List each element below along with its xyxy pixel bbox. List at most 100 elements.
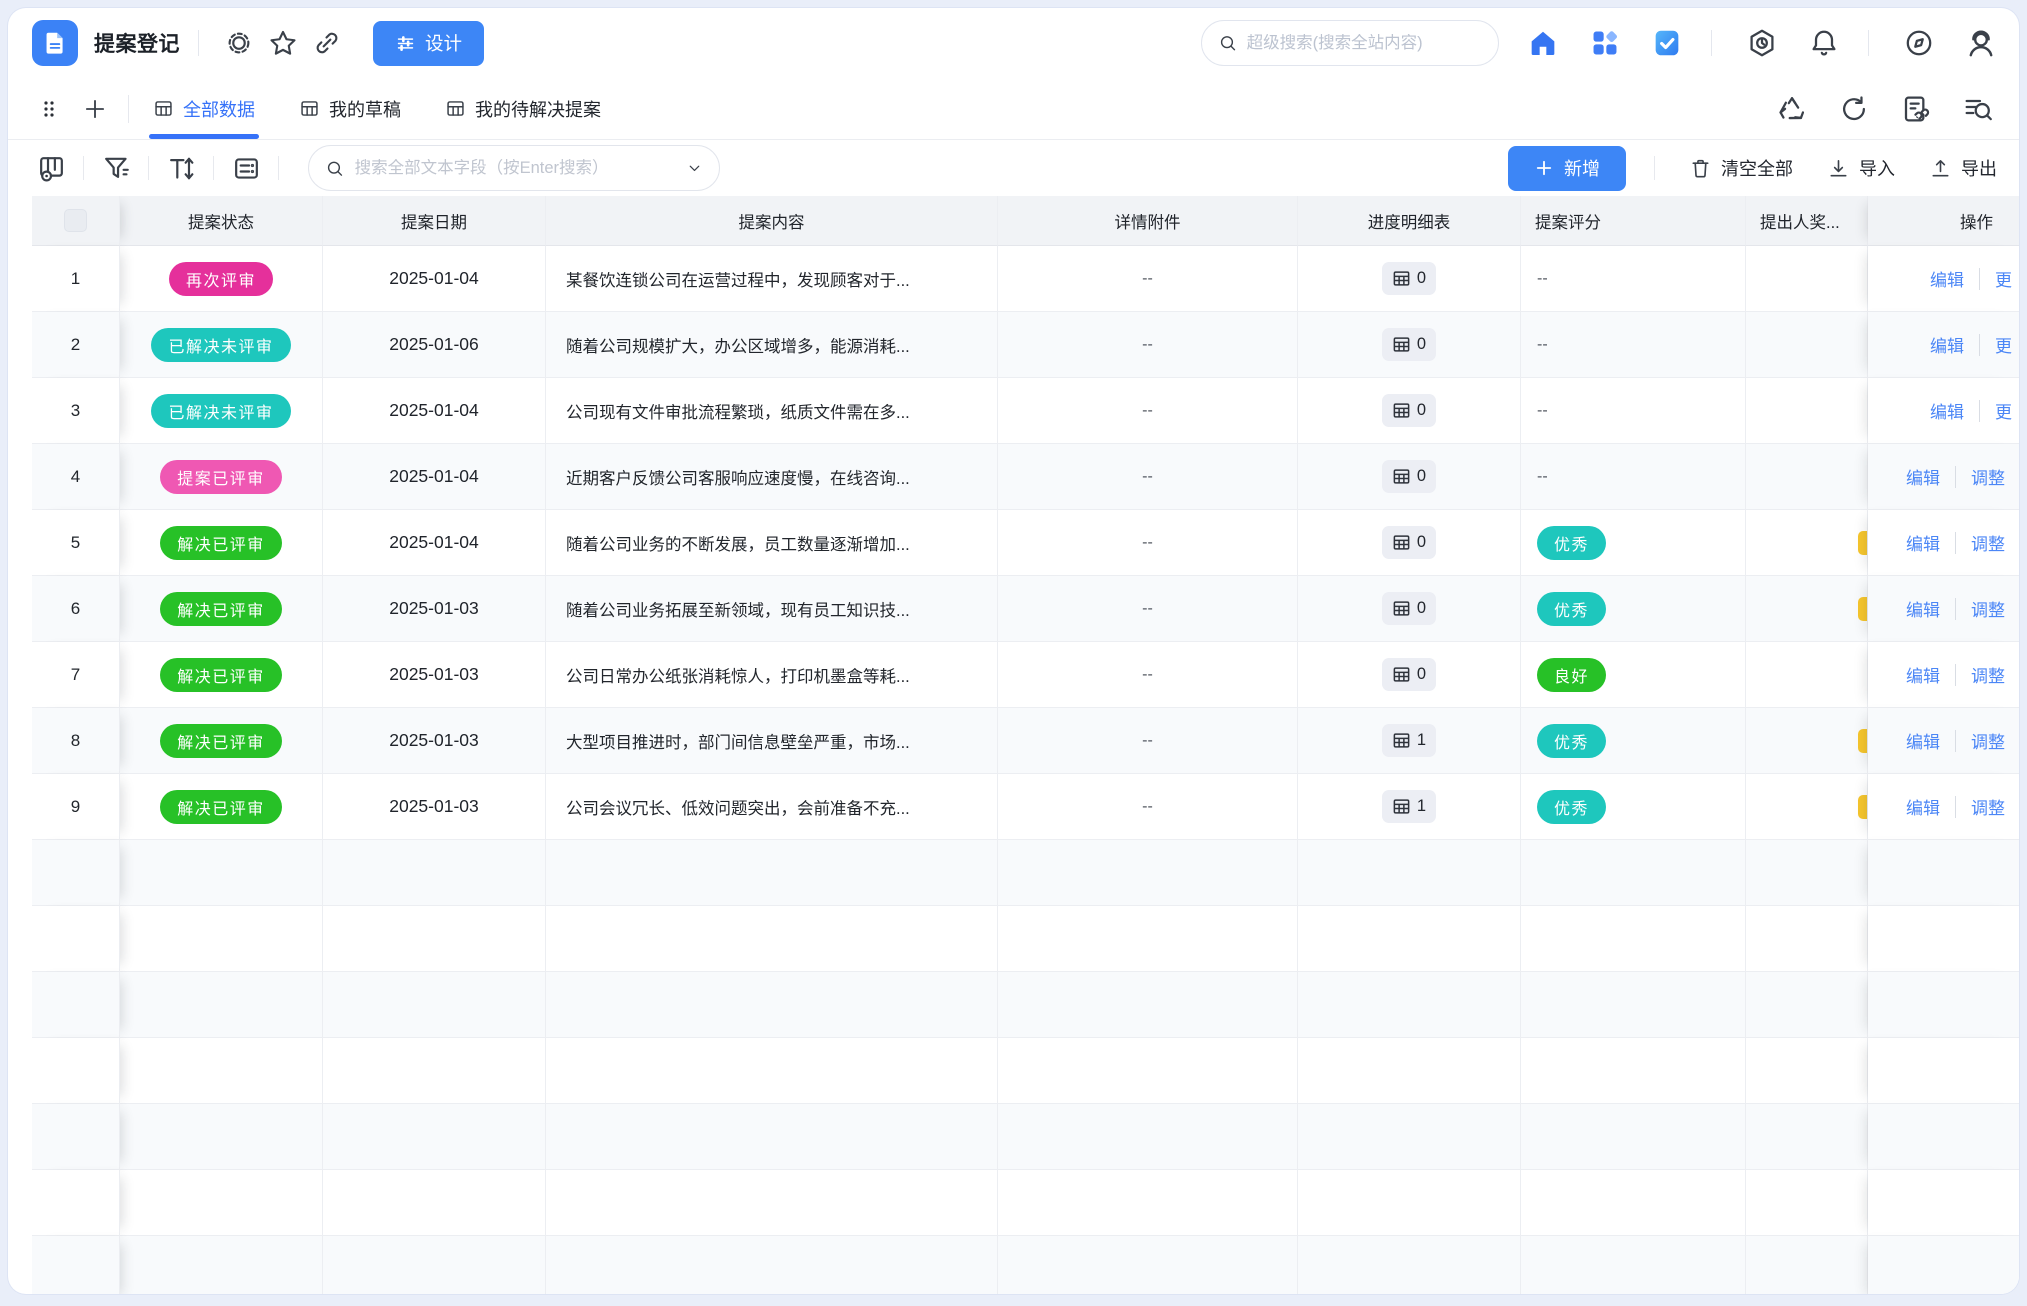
import-button[interactable]: 导入 — [1827, 155, 1895, 181]
progress-chip[interactable]: 1 — [1382, 790, 1436, 823]
download-center-icon[interactable] — [1744, 25, 1780, 61]
secondary-action-link[interactable]: 调整 — [1971, 530, 2005, 555]
secondary-action-link[interactable]: 调整 — [1971, 794, 2005, 819]
edit-link[interactable]: 编辑 — [1930, 332, 1964, 357]
progress-chip[interactable]: 0 — [1382, 592, 1436, 625]
sort-icon[interactable] — [164, 151, 198, 185]
empty-cell — [120, 1104, 323, 1170]
global-search[interactable] — [1201, 20, 1499, 66]
edit-link[interactable]: 编辑 — [1906, 596, 1940, 621]
edit-link[interactable]: 编辑 — [1906, 662, 1940, 687]
recycle-icon[interactable] — [1775, 92, 1809, 126]
drag-dots-icon[interactable] — [38, 97, 60, 121]
empty-cell — [1521, 1104, 1746, 1170]
progress-chip[interactable]: 1 — [1382, 724, 1436, 757]
select-all-checkbox[interactable] — [64, 209, 87, 232]
empty-row[interactable] — [32, 840, 2019, 906]
notifications-bell-icon[interactable] — [1806, 25, 1842, 61]
award-tag-sliver — [1858, 795, 1867, 819]
apps-grid-icon[interactable] — [1587, 25, 1623, 61]
progress-chip[interactable]: 0 — [1382, 526, 1436, 559]
field-search[interactable] — [308, 145, 720, 191]
support-avatar-icon[interactable] — [1963, 25, 1999, 61]
edit-link[interactable]: 编辑 — [1906, 794, 1940, 819]
attachment-cell: -- — [998, 378, 1298, 444]
progress-chip[interactable]: 0 — [1382, 394, 1436, 427]
empty-row[interactable] — [32, 1236, 2019, 1294]
secondary-action-link[interactable]: 更 — [1995, 332, 2012, 357]
favorite-star-icon[interactable] — [266, 26, 300, 60]
design-button-label: 设计 — [425, 30, 462, 56]
add-record-button[interactable]: 新增 — [1508, 146, 1626, 191]
status-cell: 解决已评审 — [120, 708, 323, 774]
clear-all-label: 清空全部 — [1721, 155, 1793, 181]
score-cell: -- — [1521, 378, 1746, 444]
empty-cell — [1521, 840, 1746, 906]
design-button[interactable]: 设计 — [373, 21, 484, 66]
status-badge: 解决已评审 — [160, 790, 282, 824]
row-height-icon[interactable] — [229, 151, 263, 185]
edit-link[interactable]: 编辑 — [1906, 464, 1940, 489]
tab-all-data[interactable]: 全部数据 — [153, 78, 255, 139]
table-row[interactable]: 4提案已评审2025-01-04近期客户反馈公司客服响应速度慢，在线咨询...-… — [32, 444, 2019, 510]
refresh-icon[interactable] — [1837, 92, 1871, 126]
global-search-input[interactable] — [1247, 34, 1482, 53]
tab-my-pending[interactable]: 我的待解决提案 — [445, 78, 601, 139]
field-search-input[interactable] — [355, 159, 676, 178]
table-row[interactable]: 1再次评审2025-01-04某餐饮连锁公司在运营过程中，发现顾客对于...--… — [32, 246, 2019, 312]
table-row[interactable]: 8解决已评审2025-01-03大型项目推进时，部门间信息壁垒严重，市场...-… — [32, 708, 2019, 774]
table-row[interactable]: 5解决已评审2025-01-04随着公司业务的不断发展，员工数量逐渐增加...-… — [32, 510, 2019, 576]
data-grid: 提案状态 提案日期 提案内容 详情附件 进度明细表 提案评分 提出人奖... 操… — [8, 196, 2019, 1294]
table-row[interactable]: 9解决已评审2025-01-03公司会议冗长、低效问题突出，会前准备不充...-… — [32, 774, 2019, 840]
settings-gear-icon[interactable] — [222, 26, 256, 60]
empty-row[interactable] — [32, 1038, 2019, 1104]
help-compass-icon[interactable] — [1901, 25, 1937, 61]
clear-all-button[interactable]: 清空全部 — [1689, 155, 1793, 181]
secondary-action-link[interactable]: 更 — [1995, 266, 2012, 291]
secondary-action-link[interactable]: 调整 — [1971, 728, 2005, 753]
empty-row[interactable] — [32, 972, 2019, 1038]
add-view-icon[interactable] — [82, 96, 108, 122]
progress-chip[interactable]: 0 — [1382, 328, 1436, 361]
export-button[interactable]: 导出 — [1929, 155, 1997, 181]
progress-chip[interactable]: 0 — [1382, 658, 1436, 691]
tasks-check-icon[interactable] — [1649, 25, 1685, 61]
empty-row[interactable] — [32, 906, 2019, 972]
progress-chip[interactable]: 0 — [1382, 262, 1436, 295]
edit-link[interactable]: 编辑 — [1930, 266, 1964, 291]
tab-my-drafts[interactable]: 我的草稿 — [299, 78, 401, 139]
table-row[interactable]: 2已解决未评审2025-01-06随着公司规模扩大，办公区域增多，能源消耗...… — [32, 312, 2019, 378]
empty-cell — [32, 1236, 120, 1294]
filter-icon[interactable] — [99, 151, 133, 185]
table-header-row: 提案状态 提案日期 提案内容 详情附件 进度明细表 提案评分 提出人奖... 操… — [32, 196, 2019, 246]
secondary-action-link[interactable]: 调整 — [1971, 596, 2005, 621]
progress-chip[interactable]: 0 — [1382, 460, 1436, 493]
share-link-icon[interactable] — [310, 26, 344, 60]
empty-cell — [120, 1038, 323, 1104]
home-icon[interactable] — [1525, 25, 1561, 61]
empty-cell — [1298, 1170, 1521, 1236]
secondary-action-link[interactable]: 调整 — [1971, 662, 2005, 687]
empty-cell — [1746, 906, 1868, 972]
empty-row[interactable] — [32, 1104, 2019, 1170]
date-cell: 2025-01-04 — [323, 444, 546, 510]
find-records-icon[interactable] — [1961, 92, 1995, 126]
edit-link[interactable]: 编辑 — [1906, 530, 1940, 555]
secondary-action-link[interactable]: 调整 — [1971, 464, 2005, 489]
edit-link[interactable]: 编辑 — [1906, 728, 1940, 753]
empty-cell — [1521, 1170, 1746, 1236]
attachment-cell: -- — [998, 444, 1298, 510]
secondary-action-link[interactable]: 更 — [1995, 398, 2012, 423]
progress-cell: 1 — [1298, 774, 1521, 840]
table-row[interactable]: 3已解决未评审2025-01-04公司现有文件审批流程繁琐，纸质文件需在多...… — [32, 378, 2019, 444]
record-link-icon[interactable] — [1899, 92, 1933, 126]
award-cell — [1746, 708, 1868, 774]
export-label: 导出 — [1961, 155, 1997, 181]
empty-row[interactable] — [32, 1170, 2019, 1236]
table-row[interactable]: 7解决已评审2025-01-03公司日常办公纸张消耗惊人，打印机墨盒等耗...-… — [32, 642, 2019, 708]
header-actions: 操作 — [1868, 196, 2019, 246]
table-row[interactable]: 6解决已评审2025-01-03随着公司业务拓展至新领域，现有员工知识技...-… — [32, 576, 2019, 642]
hide-fields-icon[interactable] — [34, 151, 68, 185]
chevron-down-icon[interactable] — [686, 158, 703, 178]
edit-link[interactable]: 编辑 — [1930, 398, 1964, 423]
